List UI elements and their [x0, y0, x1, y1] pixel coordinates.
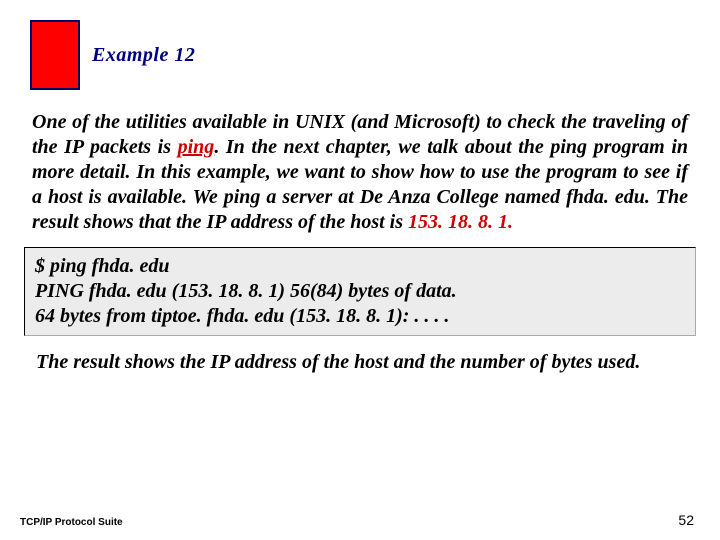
header: Example 12	[0, 0, 720, 90]
red-box-decoration	[30, 20, 80, 90]
example-title: Example 12	[92, 44, 195, 67]
code-line: 64 bytes from tiptoe. fhda. edu (153. 18…	[35, 304, 685, 329]
result-paragraph: The result shows the IP address of the h…	[36, 350, 684, 375]
main-paragraph: One of the utilities available in UNIX (…	[32, 110, 688, 235]
ip-address-highlight: 153. 18. 8. 1.	[408, 211, 513, 233]
footer-title: TCP/IP Protocol Suite	[20, 517, 123, 528]
code-block: $ ping fhda. edu PING fhda. edu (153. 18…	[24, 247, 696, 336]
footer: TCP/IP Protocol Suite 52	[20, 512, 694, 528]
code-line: $ ping fhda. edu	[35, 254, 685, 279]
ping-keyword: ping	[178, 136, 215, 158]
page-number: 52	[678, 512, 694, 528]
code-line: PING fhda. edu (153. 18. 8. 1) 56(84) by…	[35, 279, 685, 304]
